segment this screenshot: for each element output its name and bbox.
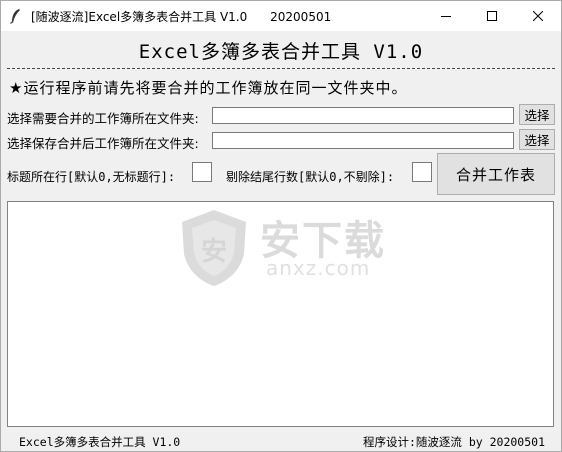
merge-sheets-button[interactable]: 合并工作表 — [437, 153, 555, 195]
maximize-button[interactable] — [469, 1, 515, 31]
output-folder-select-button[interactable]: 选择 — [519, 129, 555, 150]
minimize-icon — [441, 16, 451, 17]
source-folder-select-button[interactable]: 选择 — [519, 104, 555, 125]
window-title: [随波逐流]Excel多簿多表合并工具 V1.0 20200501 — [31, 10, 332, 24]
maximize-icon — [487, 11, 497, 21]
watermark-subtext: anxz.com — [266, 256, 371, 280]
footer-credits: 程序设计:随波逐流 by 20200501 — [362, 435, 545, 449]
close-icon — [533, 11, 543, 21]
svg-text:安: 安 — [201, 237, 227, 267]
source-folder-input[interactable] — [212, 107, 514, 124]
watermark: 安 安下载 anxz.com — [178, 206, 408, 290]
tail-rows-label: 剔除结尾行数[默认0,不剔除]: — [226, 170, 395, 184]
app-window: [随波逐流]Excel多簿多表合并工具 V1.0 20200501 Excel多… — [0, 0, 562, 452]
output-folder-label: 选择保存合并后工作簿所在文件夹: — [7, 136, 199, 151]
header-row-input[interactable] — [192, 162, 212, 182]
close-button[interactable] — [515, 1, 561, 31]
source-folder-label: 选择需要合并的工作簿所在文件夹: — [7, 111, 199, 126]
divider — [7, 68, 555, 69]
page-title: Excel多簿多表合并工具 V1.0 — [138, 41, 424, 63]
shield-icon: 安 — [182, 210, 246, 286]
title-bar[interactable]: [随波逐流]Excel多簿多表合并工具 V1.0 20200501 — [1, 1, 561, 31]
minimize-button[interactable] — [423, 1, 469, 31]
feather-icon — [10, 9, 20, 24]
notice-text: ★运行程序前请先将要合并的工作簿放在同一文件夹中。 — [9, 79, 408, 97]
output-folder-input[interactable] — [212, 132, 514, 149]
tail-rows-input[interactable] — [412, 162, 432, 182]
log-textarea[interactable]: 安 安下载 anxz.com — [7, 201, 554, 427]
header-row-label: 标题所在行[默认0,无标题行]: — [7, 170, 176, 184]
footer-app-name: Excel多簿多表合并工具 V1.0 — [19, 435, 181, 449]
